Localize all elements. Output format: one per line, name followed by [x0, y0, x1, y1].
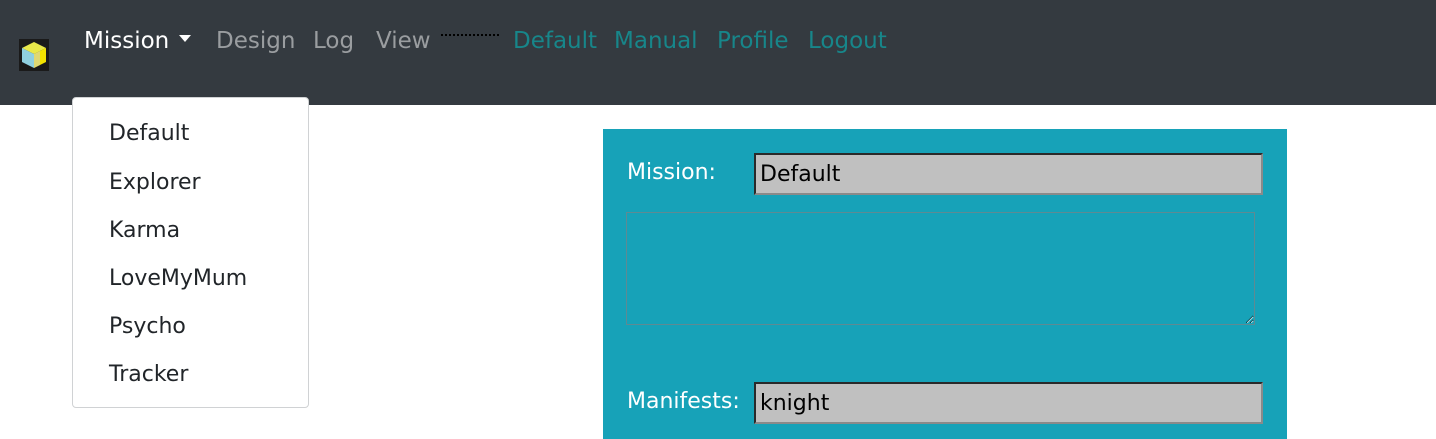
- nav-link-manual[interactable]: Manual: [614, 27, 698, 55]
- dropdown-item-psycho[interactable]: Psycho: [109, 313, 186, 341]
- nav-mission-label: Mission: [84, 28, 170, 54]
- nav-view[interactable]: View: [376, 27, 431, 55]
- cube-logo-icon[interactable]: [19, 39, 49, 71]
- mission-dropdown-menu: Default Explorer Karma LoveMyMum Psycho …: [72, 97, 309, 408]
- nav-log[interactable]: Log: [313, 27, 354, 55]
- nav-link-default[interactable]: Default: [513, 27, 597, 55]
- dropdown-item-tracker[interactable]: Tracker: [109, 361, 188, 389]
- nav-separator: [441, 34, 499, 36]
- mission-label: Mission:: [627, 160, 716, 185]
- nav-mission-dropdown[interactable]: Mission: [84, 27, 192, 55]
- manifests-input[interactable]: [754, 382, 1263, 424]
- dropdown-item-karma[interactable]: Karma: [109, 217, 180, 245]
- mission-input[interactable]: [754, 153, 1263, 195]
- nav-link-logout[interactable]: Logout: [808, 27, 887, 55]
- mission-description-textarea[interactable]: [626, 212, 1255, 325]
- dropdown-item-explorer[interactable]: Explorer: [109, 169, 201, 197]
- dropdown-item-lovemymum[interactable]: LoveMyMum: [109, 265, 247, 293]
- top-navbar: Mission Design Log View Default Manual P…: [0, 0, 1436, 105]
- dropdown-item-default[interactable]: Default: [109, 120, 189, 148]
- nav-link-profile[interactable]: Profile: [717, 27, 789, 55]
- nav-design[interactable]: Design: [216, 27, 295, 55]
- mission-panel: Mission: Manifests:: [603, 129, 1287, 439]
- manifests-label: Manifests:: [627, 389, 740, 414]
- caret-down-icon: [179, 35, 192, 42]
